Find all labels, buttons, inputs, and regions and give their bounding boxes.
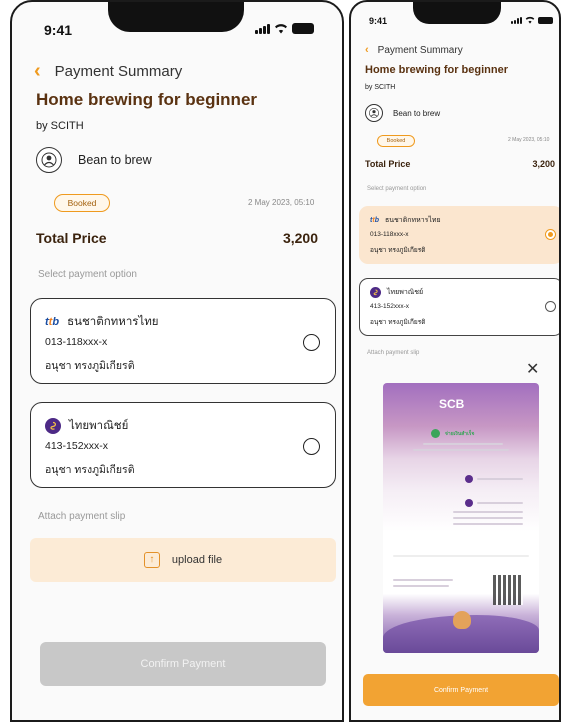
organizer-row: Bean to brew	[365, 104, 440, 122]
total-price-label: Total Price	[365, 159, 411, 169]
slip-line	[393, 585, 449, 587]
signal-icon	[255, 24, 270, 34]
radio-button[interactable]	[545, 301, 556, 312]
radio-button-selected[interactable]	[545, 229, 556, 240]
total-price-label: Total Price	[36, 230, 107, 246]
slip-divider	[393, 555, 529, 557]
booking-date: 2 May 2023, 05:10	[248, 198, 315, 207]
organizer-name: Bean to brew	[393, 108, 441, 118]
confirm-payment-button-disabled[interactable]: Confirm Payment	[40, 642, 326, 686]
bank-header: ไทยพาณิชย์	[45, 417, 128, 435]
slip-line	[413, 449, 509, 451]
back-label: Payment Summary	[54, 63, 183, 80]
bank-name: ธนชาติกทหารไทย	[384, 217, 441, 224]
status-time: 9:41	[369, 16, 388, 26]
wifi-icon	[525, 16, 535, 24]
status-badge: Booked	[54, 194, 110, 212]
chevron-left-icon: ‹	[34, 60, 41, 82]
account-number: 413-152xxx-x	[45, 440, 109, 452]
status-time: 9:41	[44, 22, 73, 38]
total-price-row: Total Price 3,200	[365, 159, 555, 169]
payment-option-card-ttb-selected[interactable]: ttb ธนชาติกทหารไทย 013-118xxx-x อนุชา ทร…	[359, 206, 559, 264]
payment-option-card-scb[interactable]: ไทยพาณิชย์ 413-152xxx-x อนุชา ทรงภูมิเกี…	[30, 402, 336, 488]
payment-option-card-ttb[interactable]: ttb ธนชาติกทหารไทย 013-118xxx-x อนุชา ทร…	[30, 298, 336, 384]
receiver-avatar-icon	[465, 499, 473, 507]
payment-option-card-scb[interactable]: ไทยพาณิชย์ 413-152xxx-x อนุชา ทรงภูมิเกี…	[359, 278, 559, 336]
status-badge: Booked	[377, 135, 415, 147]
battery-icon	[292, 23, 314, 34]
account-number: 413-152xxx-x	[370, 303, 410, 310]
organizer-name: Bean to brew	[78, 153, 152, 167]
slip-line	[423, 443, 503, 445]
account-number: 013-118xxx-x	[370, 231, 409, 238]
slip-brand: SCB	[439, 397, 465, 411]
bank-header: ttb ธนชาติกทหารไทย	[45, 313, 159, 331]
qr-code-icon	[493, 575, 523, 605]
status-icons	[511, 16, 553, 24]
bank-header: ttb ธนชาติกทหารไทย	[370, 215, 441, 226]
account-number: 013-118xxx-x	[45, 336, 108, 348]
account-name: อนุชา ทรงภูมิเกียรติ	[45, 360, 135, 372]
scb-logo-icon	[45, 418, 61, 434]
slip-line	[477, 478, 523, 480]
bank-header: ไทยพาณิชย์	[370, 287, 423, 298]
attach-slip-label: Attach payment slip	[367, 350, 420, 356]
radio-button[interactable]	[303, 334, 320, 351]
slip-line	[393, 579, 453, 581]
total-price-value: 3,200	[282, 230, 318, 246]
close-icon[interactable]: ✕	[526, 362, 539, 378]
screen-payment-summary-unselected: 9:41 ‹ Payment Summary Home brewing for …	[10, 0, 344, 722]
chevron-left-icon: ‹	[365, 44, 369, 56]
payment-option-label: Select payment option	[367, 186, 427, 192]
account-name: อนุชา ทรงภูมิเกียรติ	[370, 247, 426, 254]
radio-button[interactable]	[303, 438, 320, 455]
device-notch	[413, 2, 501, 24]
course-by: by SCITH	[36, 120, 84, 132]
screen-payment-summary-selected: 9:41 ‹ Payment Summary Home brewing for …	[349, 0, 561, 722]
payment-option-label: Select payment option	[38, 269, 137, 280]
sender-avatar-icon	[465, 475, 473, 483]
dog-illustration-icon	[453, 611, 471, 629]
course-title: Home brewing for beginner	[365, 64, 509, 76]
back-button[interactable]: ‹ Payment Summary	[365, 44, 463, 56]
total-price-value: 3,200	[532, 159, 555, 169]
payment-slip-image: SCB จ่ายเงินสำเร็จ	[383, 383, 539, 653]
back-label: Payment Summary	[377, 44, 463, 56]
total-price-row: Total Price 3,200	[36, 230, 318, 246]
account-name: อนุชา ทรงภูมิเกียรติ	[370, 319, 426, 326]
booking-date: 2 May 2023, 05:10	[508, 137, 550, 143]
status-icons	[255, 23, 314, 34]
scb-logo-icon	[370, 287, 381, 298]
device-notch	[108, 2, 244, 32]
organizer-row: Bean to brew	[36, 147, 152, 173]
upload-file-button[interactable]: ↑ upload file	[30, 538, 336, 582]
account-name: อนุชา ทรงภูมิเกียรติ	[45, 464, 135, 476]
slip-status: จ่ายเงินสำเร็จ	[445, 431, 475, 437]
wifi-icon	[275, 24, 287, 34]
attach-slip-label: Attach payment slip	[38, 511, 126, 522]
organizer-logo-icon	[36, 147, 62, 173]
upload-icon: ↑	[143, 552, 160, 568]
battery-icon	[538, 17, 553, 24]
slip-line	[453, 523, 523, 525]
organizer-logo-icon	[365, 104, 383, 122]
slip-line	[453, 517, 523, 519]
slip-line	[453, 511, 523, 513]
course-by: by SCITH	[365, 84, 396, 91]
course-title: Home brewing for beginner	[36, 90, 258, 109]
bank-name: ไทยพาณิชย์	[387, 289, 424, 296]
signal-icon	[511, 17, 522, 24]
slip-line	[477, 502, 523, 504]
upload-label: upload file	[171, 554, 223, 566]
ttb-logo-icon: ttb	[370, 217, 379, 224]
bank-name: ธนชาติกทหารไทย	[67, 316, 159, 328]
ttb-logo-icon: ttb	[45, 316, 60, 328]
back-button[interactable]: ‹ Payment Summary	[34, 60, 182, 83]
check-icon	[431, 429, 440, 438]
confirm-payment-button[interactable]: Confirm Payment	[363, 674, 559, 706]
bank-name: ไทยพาณิชย์	[69, 420, 129, 432]
